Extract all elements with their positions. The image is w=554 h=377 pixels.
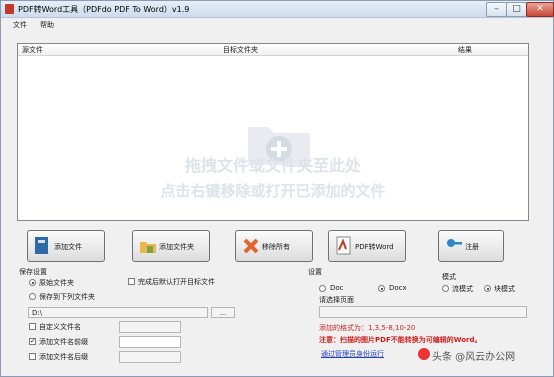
menu-bar: 文件 帮助 — [1, 18, 553, 31]
stream-mode-label: 流模式 — [452, 285, 473, 293]
save-settings-title: 保存设置 — [19, 268, 47, 276]
prefix-label: 添加文件名前缀 — [39, 338, 88, 346]
stream-mode-radio[interactable] — [442, 285, 449, 292]
file-list[interactable]: 源文件 目标文件夹 结果 拖拽文件或文件夹至此处 点击右键移除或打开已添加的文件 — [17, 43, 529, 221]
suffix-field[interactable] — [119, 351, 181, 363]
doc-label: Doc — [330, 284, 344, 292]
add-folder-label: 添加文件夹 — [159, 243, 194, 251]
remove-all-button[interactable]: 移除所有 — [235, 230, 313, 262]
format-note: 添加的格式为：1,3,5-8,10-20 — [319, 324, 416, 332]
convert-label: PDF转Word — [355, 243, 394, 251]
watermark: 头条 @风云办公网 — [432, 352, 516, 363]
open-after-checkbox[interactable] — [128, 278, 135, 285]
custom-name-field[interactable] — [119, 321, 181, 333]
context-hint: 点击右键移除或打开已添加的文件 — [160, 182, 386, 200]
drop-hint: 拖拽文件或文件夹至此处 — [184, 156, 361, 175]
app-window: PDF转Word工具（PDFdo PDF To Word）v1.9 – □ ✕ … — [0, 0, 554, 377]
custom-name-checkbox[interactable] — [29, 323, 36, 330]
add-folder-button[interactable]: 添加文件夹 — [132, 230, 210, 262]
settings-title: 设置 — [308, 268, 322, 276]
mode-title: 模式 — [442, 273, 456, 281]
add-file-label: 添加文件 — [54, 243, 82, 251]
scan-warning: 注意：扫描的图片PDF不能转换为可编辑的Word。 — [319, 336, 482, 344]
convert-button[interactable]: PDF转Word — [328, 230, 406, 262]
doc-radio[interactable] — [319, 285, 326, 292]
output-path-field[interactable]: D:\ — [28, 307, 208, 318]
column-target-folder[interactable]: 目标文件夹 — [223, 45, 258, 55]
suffix-label: 添加文件名后缀 — [39, 353, 88, 361]
close-button[interactable]: ✕ — [526, 2, 554, 17]
menu-file[interactable]: 文件 — [13, 20, 27, 30]
column-result[interactable]: 结果 — [458, 45, 472, 55]
minimize-button[interactable]: – — [486, 2, 507, 17]
column-source-file[interactable]: 源文件 — [22, 45, 43, 55]
remove-all-label: 移除所有 — [262, 243, 290, 251]
original-folder-radio[interactable] — [29, 279, 36, 286]
docx-radio[interactable] — [378, 285, 385, 292]
prefix-field[interactable] — [119, 336, 181, 348]
save-to-folder-label: 保存到下列文件夹 — [39, 293, 95, 301]
block-mode-radio[interactable] — [484, 285, 491, 292]
register-label: 注册 — [465, 243, 479, 251]
menu-help[interactable]: 帮助 — [40, 20, 54, 30]
pages-field[interactable] — [319, 306, 527, 318]
maximize-button[interactable]: □ — [506, 2, 527, 17]
title-bar: PDF转Word工具（PDFdo PDF To Word）v1.9 – □ ✕ — [1, 1, 554, 18]
key-icon — [447, 239, 462, 247]
folder-icon — [140, 242, 156, 253]
pages-label: 请选择页面 — [319, 296, 354, 304]
docx-label: Docx — [389, 284, 407, 292]
prefix-checkbox[interactable]: ✓ — [29, 338, 36, 345]
window-title: PDF转Word工具（PDFdo PDF To Word）v1.9 — [18, 5, 190, 14]
pdf-icon — [336, 236, 351, 255]
add-file-button[interactable]: 添加文件 — [27, 230, 105, 262]
suffix-checkbox[interactable] — [29, 353, 36, 360]
app-icon — [5, 4, 14, 14]
original-folder-label: 原始文件夹 — [39, 279, 74, 287]
file-icon — [35, 237, 48, 254]
open-after-label: 完成后默认打开目标文件 — [138, 278, 215, 286]
save-to-folder-radio[interactable] — [29, 293, 36, 300]
watermark-logo — [418, 348, 430, 360]
list-header: 源文件 目标文件夹 结果 — [18, 44, 528, 56]
register-button[interactable]: 注册 — [438, 230, 504, 262]
block-mode-label: 块模式 — [494, 285, 515, 293]
remove-icon — [243, 238, 259, 254]
custom-name-label: 自定义文件名 — [39, 323, 81, 331]
run-as-admin-link[interactable]: 通过管理员身份运行 — [321, 349, 384, 359]
browse-button[interactable]: ... — [211, 307, 235, 318]
